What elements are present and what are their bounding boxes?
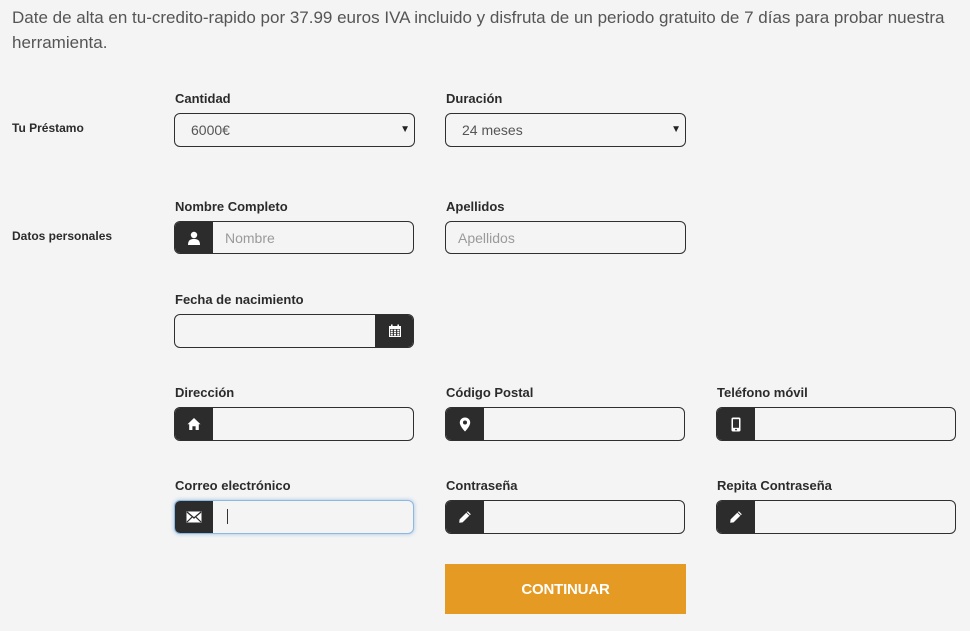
amount-label: Cantidad [175, 91, 231, 106]
password-field [445, 500, 685, 534]
calendar-icon[interactable] [375, 315, 413, 347]
continue-button[interactable]: CONTINUAR [445, 564, 686, 614]
repeat-password-field [716, 500, 956, 534]
postal-code-label: Código Postal [446, 385, 534, 400]
repeat-password-input[interactable] [755, 501, 955, 533]
section-label-personal: Datos personales [12, 229, 113, 243]
amount-select-value: 6000€ [191, 122, 230, 138]
signup-page: Date de alta en tu-credito-rapido por 37… [0, 0, 970, 631]
chevron-down-icon: ▼ [671, 124, 681, 135]
postal-code-field [445, 407, 685, 441]
home-icon [175, 408, 213, 440]
user-icon [175, 222, 213, 253]
phone-input[interactable] [755, 408, 955, 440]
duration-label: Duración [446, 91, 503, 106]
pencil-icon [717, 501, 755, 533]
section-label-loan: Tu Préstamo [12, 121, 84, 135]
full-name-field [174, 221, 414, 254]
phone-label: Teléfono móvil [717, 385, 808, 400]
email-input[interactable] [213, 501, 413, 533]
email-field [174, 500, 414, 534]
mobile-phone-icon [717, 408, 755, 440]
address-label: Dirección [175, 385, 235, 400]
duration-select-value: 24 meses [462, 122, 523, 138]
duration-select[interactable]: 24 meses ▼ [445, 113, 686, 147]
surname-field [445, 221, 686, 254]
chevron-down-icon: ▼ [400, 124, 410, 135]
postal-code-input[interactable] [484, 408, 684, 440]
amount-select[interactable]: 6000€ ▼ [174, 113, 415, 147]
phone-field [716, 407, 956, 441]
address-input[interactable] [213, 408, 413, 440]
intro-text: Date de alta en tu-credito-rapido por 37… [12, 8, 945, 52]
surname-input[interactable] [446, 222, 685, 253]
birthdate-input[interactable] [175, 315, 375, 347]
pencil-icon [446, 501, 484, 533]
password-label: Contraseña [446, 478, 518, 493]
map-marker-icon [446, 408, 484, 440]
address-field [174, 407, 414, 441]
password-input[interactable] [484, 501, 684, 533]
birthdate-field [174, 314, 414, 348]
birthdate-label: Fecha de nacimiento [175, 292, 304, 307]
full-name-label: Nombre Completo [175, 199, 288, 214]
surname-label: Apellidos [446, 199, 505, 214]
envelope-icon [175, 501, 213, 533]
email-label: Correo electrónico [175, 478, 291, 493]
full-name-input[interactable] [213, 222, 413, 253]
repeat-password-label: Repita Contraseña [717, 478, 832, 493]
text-cursor [227, 509, 228, 524]
